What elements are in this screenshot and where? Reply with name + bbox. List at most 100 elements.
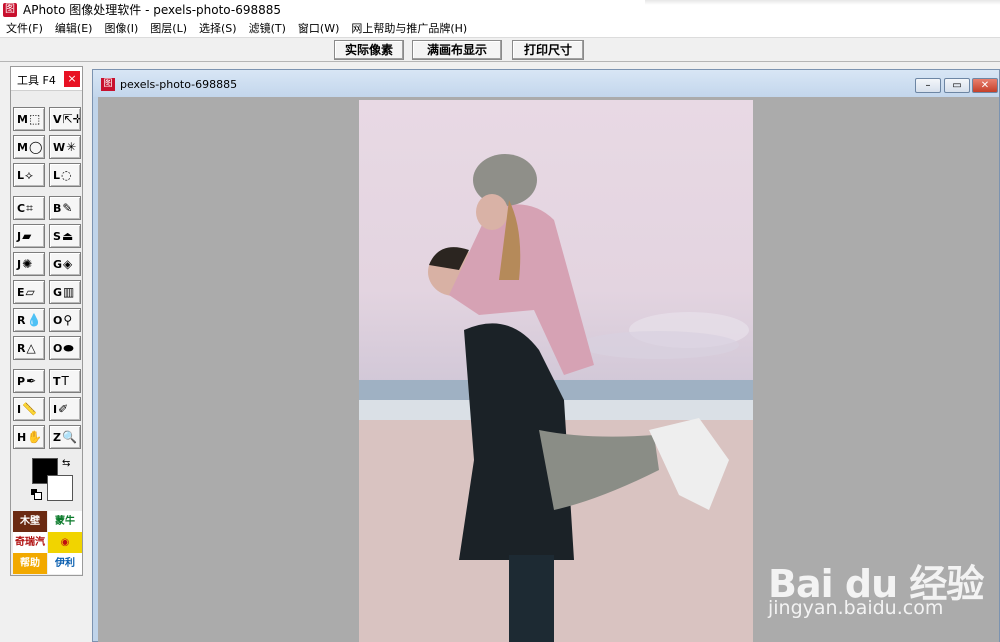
menu-file[interactable]: 文件(F) (0, 19, 49, 38)
blur-icon: 💧 (26, 313, 42, 327)
tool-shortcut-key: H (17, 431, 27, 444)
polygon-lasso-icon: ⟡ (25, 168, 33, 182)
minimize-button[interactable]: – (915, 78, 941, 93)
tool-crop[interactable]: C⌗ (13, 196, 45, 220)
eraser-icon: ▱ (25, 285, 35, 299)
tool-shortcut-key: V (53, 113, 62, 126)
tool-eyedropper[interactable]: I✐ (49, 397, 81, 421)
tool-text[interactable]: TT (49, 369, 81, 393)
menu-window[interactable]: 窗口(W) (292, 19, 345, 38)
rect-select-icon: ⬚ (28, 112, 41, 126)
sharpen-icon: △ (26, 341, 36, 355)
dodge-icon: ⚲ (63, 313, 73, 327)
tool-blur[interactable]: R💧 (13, 308, 45, 332)
menu-filter[interactable]: 滤镜(T) (243, 19, 292, 38)
bucket-icon: ◈ (63, 257, 73, 271)
tool-sponge[interactable]: O⬬ (49, 336, 81, 360)
ad-tile[interactable]: 蒙牛 (48, 511, 82, 532)
tool-shortcut-key: L (53, 169, 61, 182)
menu-image[interactable]: 图像(I) (98, 19, 144, 38)
baidu-watermark: Bai du 经验 jingyan.baidu.com (768, 535, 993, 625)
healing-icon: ▰ (22, 229, 32, 243)
default-colors-icon[interactable] (31, 489, 42, 500)
close-button[interactable]: ✕ (972, 78, 998, 93)
menu-select[interactable]: 选择(S) (193, 19, 243, 38)
tool-eraser[interactable]: E▱ (13, 280, 45, 304)
actual-pixels-button[interactable]: 实际像素 (334, 40, 404, 60)
tool-zoom[interactable]: Z🔍 (49, 425, 81, 449)
ad-tile[interactable]: 帮助 (13, 553, 47, 574)
tool-magic-wand[interactable]: W✳ (49, 135, 81, 159)
stamp-icon: ⏏ (61, 229, 74, 243)
title-bar: 图 APhoto 图像处理软件 - pexels-photo-698885 (0, 0, 1000, 19)
tool-rect-select[interactable]: M⬚ (13, 107, 45, 131)
palette-close-icon[interactable]: × (64, 71, 80, 87)
tool-dodge[interactable]: O⚲ (49, 308, 81, 332)
tool-bucket[interactable]: G◈ (49, 252, 81, 276)
eyedropper-icon: ✐ (58, 402, 69, 416)
tool-sharpen[interactable]: R△ (13, 336, 45, 360)
tool-patch[interactable]: J✺ (13, 252, 45, 276)
measure-icon: 📏 (22, 402, 38, 416)
ad-tile[interactable]: 木壁 (13, 511, 47, 532)
document-title-bar[interactable]: 图 pexels-photo-698885 – ▭ ✕ (93, 70, 999, 97)
ad-tile[interactable]: 伊利 (48, 553, 82, 574)
tool-move[interactable]: V⇱✛ (49, 107, 81, 131)
patch-icon: ✺ (22, 257, 33, 271)
tool-ellipse-select[interactable]: M◯ (13, 135, 45, 159)
lasso-icon: ◌ (61, 168, 72, 182)
tool-shortcut-key: M (17, 141, 28, 154)
tool-shortcut-key: P (17, 375, 26, 388)
tool-shortcut-key: G (53, 286, 63, 299)
tool-gradient[interactable]: G▥ (49, 280, 81, 304)
ellipse-select-icon: ◯ (28, 140, 43, 154)
fit-canvas-button[interactable]: 满画布显示 (412, 40, 502, 60)
tool-shortcut-key: J (17, 230, 22, 243)
title-bar-fade (645, 0, 1000, 5)
menu-layer[interactable]: 图层(L) (144, 19, 193, 38)
ad-tile[interactable]: 奇瑞汽车 (13, 532, 47, 553)
tool-polygon-lasso[interactable]: L⟡ (13, 163, 45, 187)
menu-bar: 文件(F) 编辑(E) 图像(I) 图层(L) 选择(S) 滤镜(T) 窗口(W… (0, 19, 1000, 38)
swap-colors-icon[interactable]: ⇆ (62, 458, 70, 469)
watermark-url: jingyan.baidu.com (768, 597, 944, 619)
brand-ads: 木壁蒙牛奇瑞汽车◉帮助伊利 (13, 511, 82, 575)
tool-shortcut-key: M (17, 113, 28, 126)
tool-shortcut-key: R (17, 342, 26, 355)
tool-stamp[interactable]: S⏏ (49, 224, 81, 248)
background-color-swatch[interactable] (47, 475, 73, 501)
pen-icon: ✒ (26, 374, 37, 388)
maximize-button[interactable]: ▭ (944, 78, 970, 93)
window-title: APhoto 图像处理软件 - pexels-photo-698885 (23, 3, 282, 17)
tool-shortcut-key: B (53, 202, 62, 215)
tool-shortcut-key: T (53, 375, 61, 388)
tool-shortcut-key: W (53, 141, 66, 154)
tool-shortcut-key: L (17, 169, 25, 182)
photo-couple-beach (359, 154, 753, 642)
text-icon: T (61, 374, 69, 388)
move-icon: ⇱✛ (62, 112, 81, 126)
tool-shortcut-key: J (17, 258, 22, 271)
crop-icon: ⌗ (26, 201, 33, 215)
menu-edit[interactable]: 编辑(E) (49, 19, 99, 38)
app-icon: 图 (3, 2, 17, 17)
tool-palette: 工具 F4 × M⬚ V⇱✛ M◯ W✳ L⟡ L◌ C⌗ B✎ J▰ S⏏ J✺ G◈ E▱ G▥ R💧 O… (10, 66, 83, 576)
tool-lasso[interactable]: L◌ (49, 163, 81, 187)
tool-hand[interactable]: H✋ (13, 425, 45, 449)
sponge-icon: ⬬ (63, 341, 74, 355)
hand-icon: ✋ (27, 430, 43, 444)
tool-brush[interactable]: B✎ (49, 196, 81, 220)
menu-help[interactable]: 网上帮助与推广品牌(H) (345, 19, 473, 38)
toolbar: 实际像素 满画布显示 打印尺寸 (0, 38, 1000, 62)
tool-shortcut-key: O (53, 342, 63, 355)
tool-measure[interactable]: I📏 (13, 397, 45, 421)
tool-shortcut-key: S (53, 230, 61, 243)
tool-pen[interactable]: P✒ (13, 369, 45, 393)
ad-tile[interactable]: ◉ (48, 532, 82, 553)
tool-healing[interactable]: J▰ (13, 224, 45, 248)
print-size-button[interactable]: 打印尺寸 (512, 40, 584, 60)
tool-shortcut-key: I (53, 403, 58, 416)
brush-icon: ✎ (62, 201, 73, 215)
tool-shortcut-key: O (53, 314, 63, 327)
photo-canvas[interactable] (359, 100, 753, 642)
